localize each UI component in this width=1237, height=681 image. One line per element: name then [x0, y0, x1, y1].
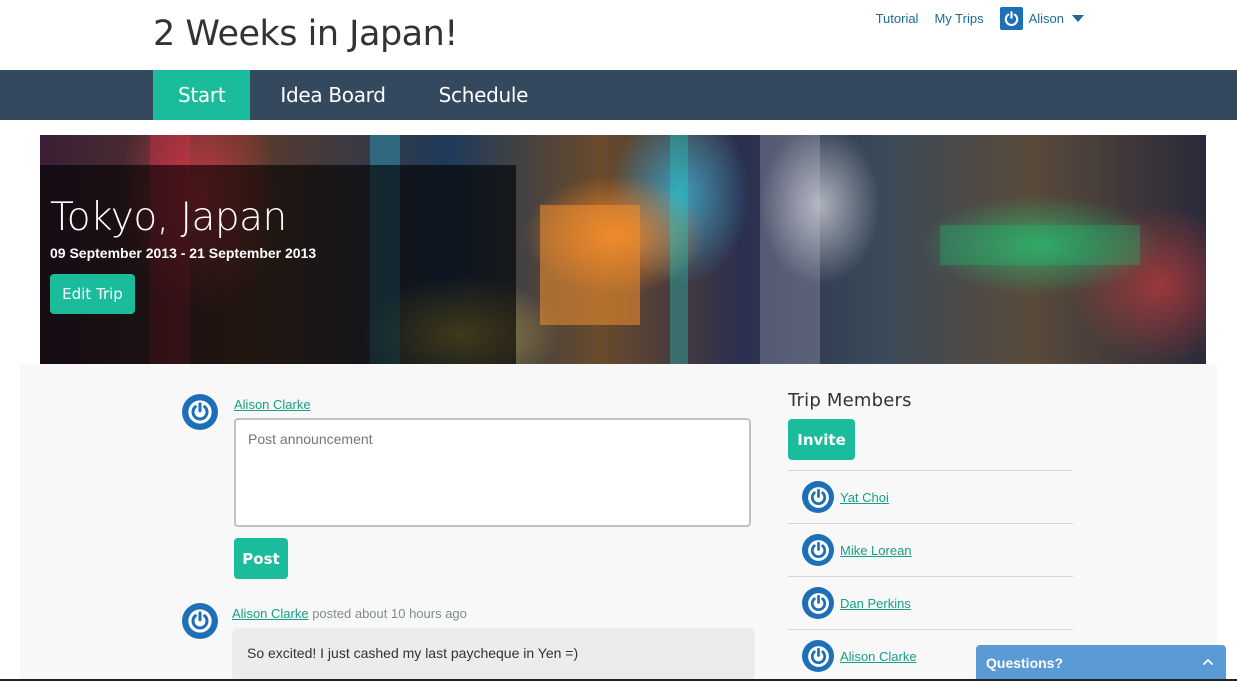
edit-trip-button[interactable]: Edit Trip [50, 274, 135, 314]
user-name: Alison [1028, 11, 1064, 26]
caret-down-icon[interactable] [1072, 15, 1084, 22]
trip-dates: 09 September 2013 - 21 September 2013 [50, 245, 317, 261]
chevron-up-icon[interactable] [1202, 655, 1214, 671]
destination-title: Tokyo, Japan [50, 195, 287, 240]
header: 2 Weeks in Japan! Tutorial My Trips Alis… [0, 0, 1237, 70]
post-timestamp: posted about 10 hours ago [308, 606, 467, 621]
hero-decoration [540, 205, 640, 325]
hero-decoration [940, 225, 1140, 265]
member-link[interactable]: Yat Choi [840, 490, 889, 505]
user-menu[interactable]: Alison [999, 7, 1084, 30]
hero-decoration [670, 135, 688, 364]
announcement-input[interactable] [234, 418, 751, 527]
power-icon [999, 7, 1023, 30]
hero-banner: Tokyo, Japan 09 September 2013 - 21 Sept… [40, 135, 1206, 364]
member-link[interactable]: Dan Perkins [840, 596, 911, 611]
list-item: Mike Lorean [788, 523, 1073, 576]
tab-schedule[interactable]: Schedule [414, 70, 554, 120]
my-trips-link[interactable]: My Trips [934, 11, 983, 26]
post-author-link[interactable]: Alison Clarke [232, 606, 309, 621]
tutorial-link[interactable]: Tutorial [876, 11, 919, 26]
list-item: Dan Perkins [788, 576, 1073, 629]
hero-decoration [760, 135, 820, 364]
announcement-author-link[interactable]: Alison Clarke [234, 397, 311, 412]
trip-title: 2 Weeks in Japan! [153, 14, 458, 54]
power-icon [182, 603, 218, 639]
tab-idea-board[interactable]: Idea Board [250, 70, 413, 120]
invite-button[interactable]: Invite [788, 419, 855, 460]
power-icon [182, 394, 218, 430]
list-item: Yat Choi [788, 470, 1073, 523]
member-link[interactable]: Alison Clarke [840, 649, 917, 664]
power-icon [802, 481, 834, 513]
power-icon [802, 640, 834, 672]
navbar: Start Idea Board Schedule [0, 70, 1237, 120]
member-link[interactable]: Mike Lorean [840, 543, 912, 558]
tab-start[interactable]: Start [153, 70, 251, 120]
questions-widget[interactable]: Questions? [976, 645, 1226, 681]
post-meta: Alison Clarke posted about 10 hours ago [232, 606, 467, 621]
post-body: So excited! I just cashed my last payche… [232, 628, 755, 681]
post-button[interactable]: Post [234, 538, 288, 579]
top-links: Tutorial My Trips Alison [860, 7, 1084, 30]
power-icon [802, 534, 834, 566]
trip-members-heading: Trip Members [788, 390, 912, 411]
power-icon [802, 587, 834, 619]
nav-tabs: Start Idea Board Schedule [153, 70, 553, 120]
questions-label: Questions? [986, 655, 1064, 671]
